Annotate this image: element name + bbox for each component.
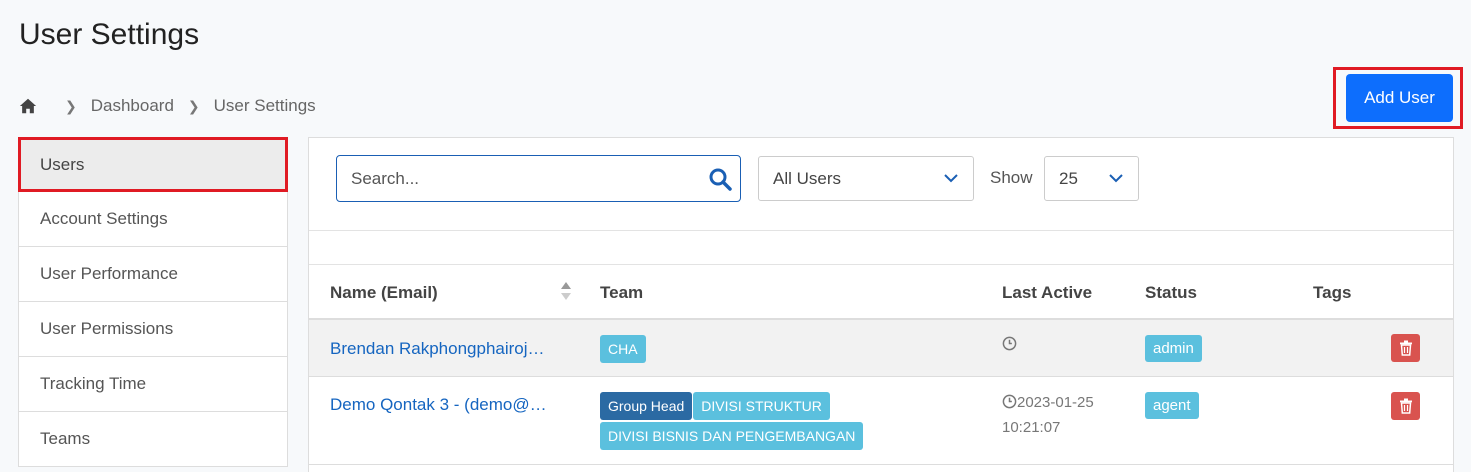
sidebar-item-label: Tracking Time (40, 374, 147, 393)
chevron-right-icon: ❯ (65, 97, 77, 114)
delete-button[interactable] (1391, 392, 1420, 420)
team-badges: Group Head DIVISI STRUKTUR DIVISI BISNIS … (600, 392, 900, 452)
table-header: Name (Email) Team Last Active Status Tag… (309, 265, 1453, 320)
team-badge: CHA (600, 335, 646, 363)
search-input[interactable] (337, 168, 697, 189)
column-header-last-active: Last Active (1002, 283, 1093, 302)
add-user-button[interactable]: Add User (1346, 74, 1453, 122)
table-row: Demo Qontak 3 - (demo@… Group Head DIVISI… (309, 377, 1453, 465)
status-badge: agent (1145, 392, 1199, 419)
trash-icon (1399, 398, 1412, 414)
team-badge: DIVISI BISNIS DAN PENGEMBANGAN (600, 422, 864, 450)
trash-icon (1399, 340, 1412, 356)
status-cell: admin (1145, 335, 1202, 362)
breadcrumb-dashboard[interactable]: Dashboard (91, 96, 174, 116)
add-user-highlight: Add User (1333, 67, 1463, 129)
clock-icon (1002, 336, 1017, 351)
sidebar-item-user-performance[interactable]: User Performance (18, 247, 288, 302)
sidebar-item-users[interactable]: Users (18, 137, 288, 192)
team-badges: CHA (600, 335, 647, 365)
team-badge: DIVISI STRUKTUR (693, 392, 830, 420)
sidebar-item-user-permissions[interactable]: User Permissions (18, 302, 288, 357)
column-header-name[interactable]: Name (Email) (330, 283, 438, 303)
team-badge: Group Head (600, 392, 693, 420)
home-icon[interactable] (19, 97, 37, 115)
page-title: User Settings (19, 18, 200, 51)
settings-sidebar: Users Account Settings User Performance … (18, 137, 288, 467)
breadcrumb-current: User Settings (213, 96, 316, 115)
column-header-tags: Tags (1313, 283, 1352, 302)
page-size-select[interactable]: 25 (1044, 156, 1139, 201)
status-cell: agent (1145, 392, 1199, 419)
clock-icon (1002, 394, 1017, 409)
sidebar-item-account-settings[interactable]: Account Settings (18, 192, 288, 247)
sidebar-item-label: User Performance (40, 264, 178, 283)
breadcrumb: ❯ Dashboard ❯ User Settings (19, 96, 316, 116)
chevron-right-icon: ❯ (187, 97, 200, 114)
last-active (1002, 332, 1017, 357)
user-filter-select[interactable]: All Users (758, 156, 974, 201)
last-active-time: 10:21:07 (1002, 419, 1061, 436)
sort-icon[interactable] (560, 280, 572, 302)
last-active: 2023-01-25 10:21:07 (1002, 390, 1094, 440)
search-icon[interactable] (708, 167, 732, 191)
sidebar-item-tracking-time[interactable]: Tracking Time (18, 357, 288, 412)
user-name-link[interactable]: Brendan Rakphongphairoj… (330, 339, 545, 359)
search-box (336, 155, 741, 202)
delete-cell (1391, 392, 1420, 420)
delete-button[interactable] (1391, 334, 1420, 362)
sidebar-item-label: User Permissions (40, 319, 174, 338)
user-name-link[interactable]: Demo Qontak 3 - (demo@… (330, 395, 547, 415)
status-badge: admin (1145, 335, 1202, 362)
chevron-down-icon (1109, 174, 1123, 183)
last-active-date: 2023-01-25 (1017, 394, 1094, 411)
user-filter-value: All Users (773, 168, 842, 188)
column-header-team: Team (600, 283, 644, 302)
page-size-value: 25 (1059, 168, 1078, 188)
users-panel: All Users Show 25 Name (Email) Team Last… (308, 137, 1454, 472)
delete-cell (1391, 334, 1420, 362)
sidebar-item-label: Account Settings (40, 209, 168, 228)
table-row: Brendan Rakphongphairoj… CHA admin (309, 320, 1453, 377)
sidebar-item-teams[interactable]: Teams (18, 412, 288, 467)
show-label: Show (990, 168, 1033, 187)
column-header-status: Status (1145, 283, 1197, 302)
divider (309, 230, 1453, 231)
sidebar-item-label: Users (40, 154, 85, 174)
sidebar-item-label: Teams (40, 429, 91, 448)
chevron-down-icon (944, 174, 958, 183)
